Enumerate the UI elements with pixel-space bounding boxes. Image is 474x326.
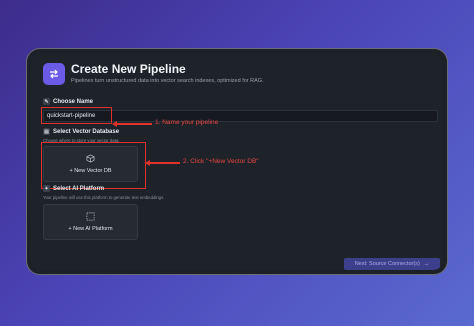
next-source-connectors-button[interactable]: Next: Source Connector(s) → (344, 258, 440, 270)
vector-db-label: ▤ Select Vector Database (43, 128, 119, 135)
new-ai-platform-label: + New AI Platform (68, 226, 113, 232)
vector-db-highlight-box (41, 142, 146, 189)
pencil-icon: ✎ (43, 98, 50, 105)
ai-platform-label: ✦ Select AI Platform (43, 185, 104, 192)
annotation-step-2: 2. Click "+New Vector DB" (183, 158, 259, 165)
annotation-arrow-2 (145, 160, 180, 165)
database-icon: ▤ (43, 128, 50, 135)
next-button-label: Next: Source Connector(s) (354, 261, 420, 267)
new-ai-platform-button[interactable]: + New AI Platform (43, 204, 138, 240)
vector-db-text: Select Vector Database (53, 128, 120, 135)
ai-platform-help: Your pipeline will use this platform to … (43, 195, 165, 200)
arrow-right-icon: → (423, 261, 430, 267)
dashed-square-icon (86, 212, 95, 221)
name-highlight-box (41, 107, 112, 124)
create-pipeline-panel: Create New Pipeline Pipelines turn unstr… (31, 53, 443, 270)
ai-icon: ✦ (43, 185, 50, 192)
page-title: Create New Pipeline (71, 62, 186, 76)
header: Create New Pipeline Pipelines turn unstr… (43, 63, 264, 85)
annotation-arrow-1 (112, 121, 152, 126)
annotation-step-1: 1. Name your pipeline (155, 119, 219, 126)
choose-name-label: ✎ Choose Name (43, 98, 93, 105)
swap-arrows-icon (43, 63, 65, 85)
choose-name-text: Choose Name (53, 98, 94, 105)
window-frame: Create New Pipeline Pipelines turn unstr… (26, 48, 448, 275)
page-subtitle: Pipelines turn unstructured data into ve… (71, 78, 264, 84)
ai-platform-text: Select AI Platform (53, 185, 105, 192)
